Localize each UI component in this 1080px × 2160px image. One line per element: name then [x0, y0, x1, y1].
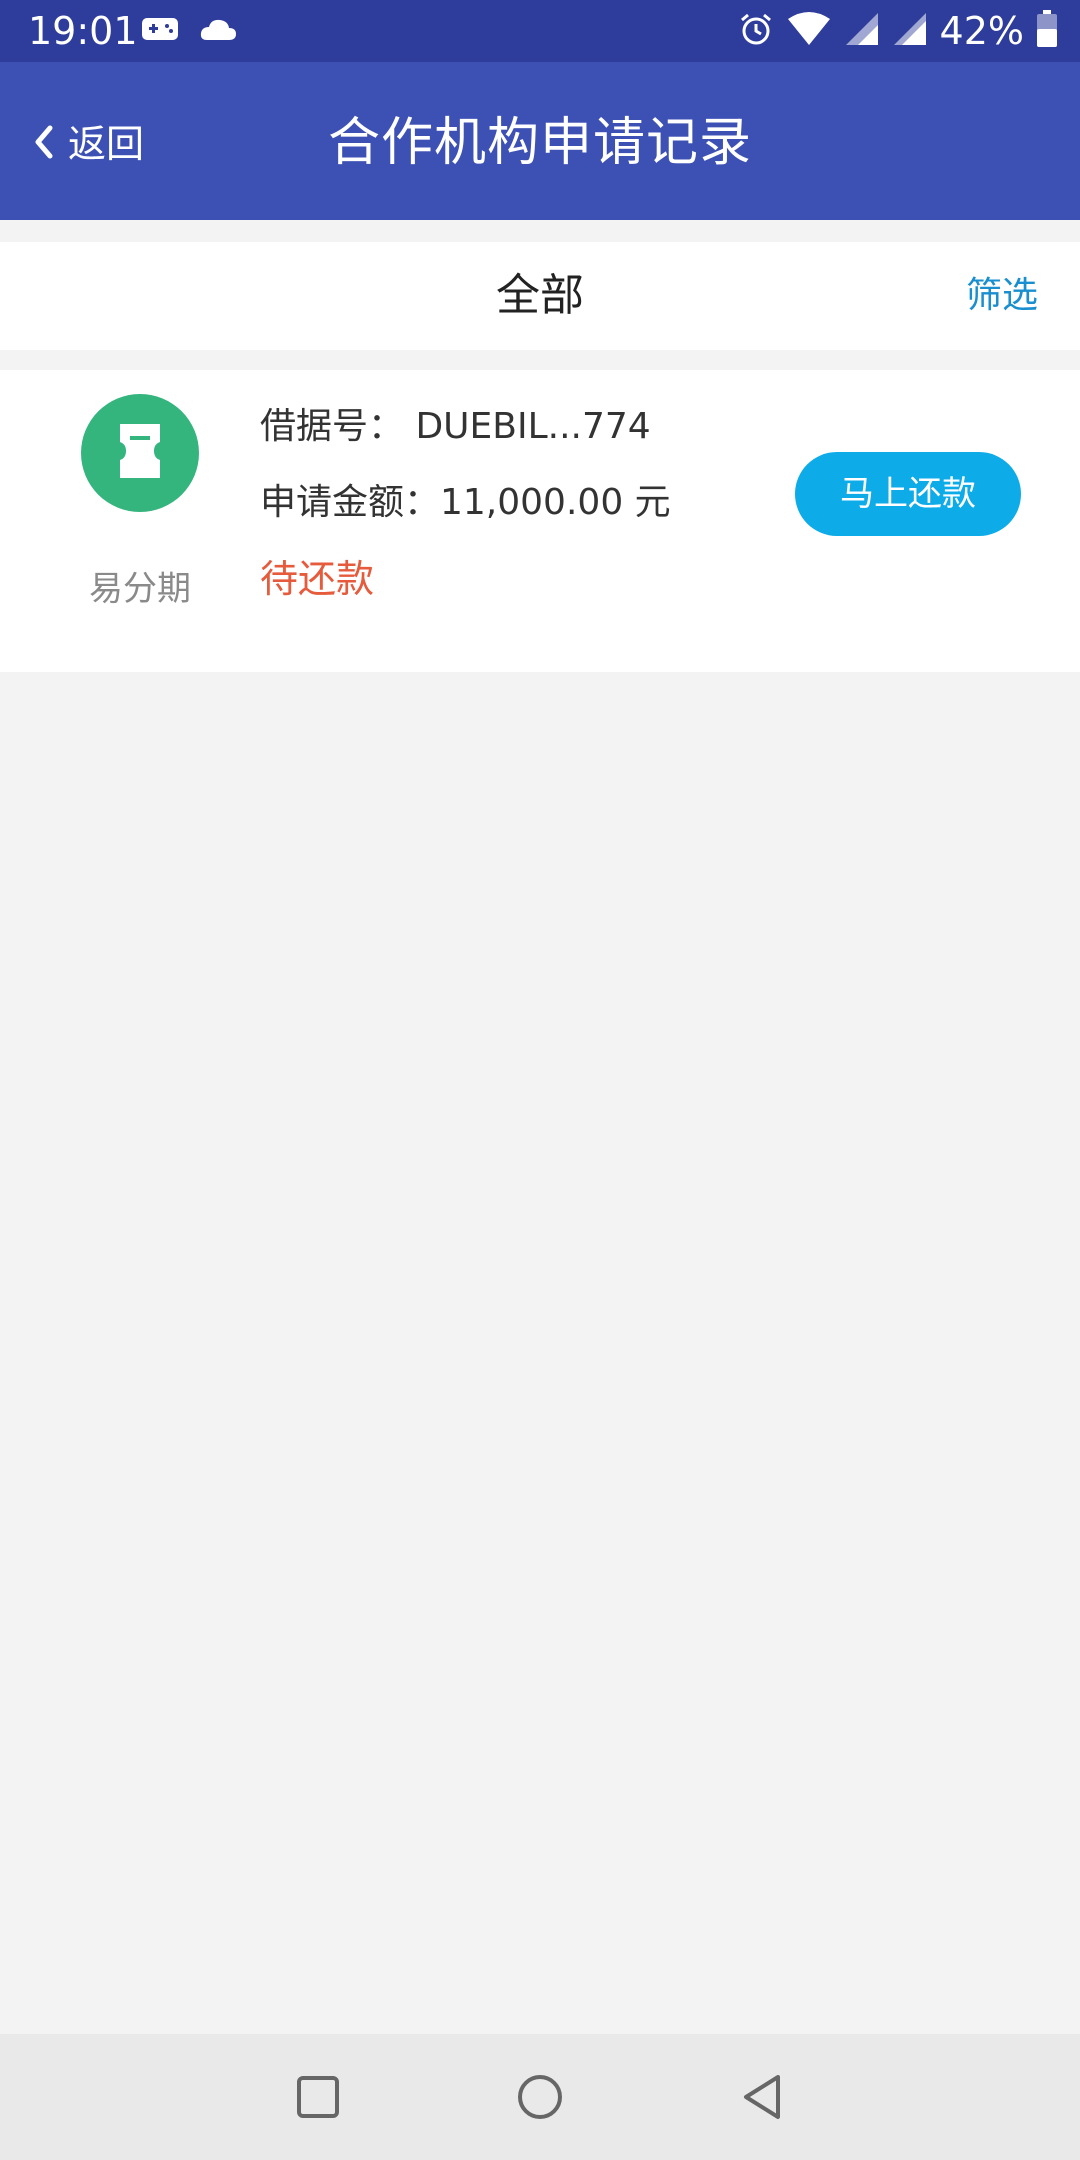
battery-percent: 42%: [939, 9, 1024, 53]
status-icons: 42%: [738, 8, 1058, 54]
loan-number: 借据号： DUEBIL...774: [260, 406, 651, 447]
status-time: 19:01: [28, 9, 138, 53]
screen: 19:01 42% 返回 合作机构申请记录 全部 筛选 易分期 借据号： DUE…: [0, 0, 1080, 2160]
home-circle-icon[interactable]: [510, 2067, 570, 2127]
battery-icon: [1036, 10, 1058, 52]
status-bar: 19:01 42%: [0, 0, 1080, 62]
cloud-icon: [198, 14, 238, 48]
signal-icon: [892, 11, 928, 51]
org-name: 易分期: [89, 569, 191, 609]
gamepad-icon: [140, 14, 180, 48]
record-card[interactable]: 易分期 借据号： DUEBIL...774 申请金额：11,000.00 元 待…: [0, 370, 1080, 672]
document-icon: [117, 422, 163, 484]
recents-square-icon[interactable]: [288, 2067, 348, 2127]
signal-icon: [844, 11, 880, 51]
system-nav-bar: [0, 2034, 1080, 2160]
repay-now-button[interactable]: 马上还款: [795, 452, 1021, 536]
app-bar: 返回 合作机构申请记录: [0, 62, 1080, 220]
alarm-icon: [738, 11, 774, 51]
status-badge: 待还款: [260, 557, 375, 601]
tab-all[interactable]: 全部: [0, 266, 1080, 326]
filter-button[interactable]: 筛选: [966, 270, 1038, 322]
page-title: 合作机构申请记录: [327, 113, 752, 173]
back-triangle-icon[interactable]: [732, 2067, 792, 2127]
org-logo: [81, 394, 199, 512]
filter-bar: 全部 筛选: [0, 242, 1080, 350]
wifi-icon: [786, 11, 832, 51]
apply-amount: 申请金额：11,000.00 元: [260, 482, 671, 523]
